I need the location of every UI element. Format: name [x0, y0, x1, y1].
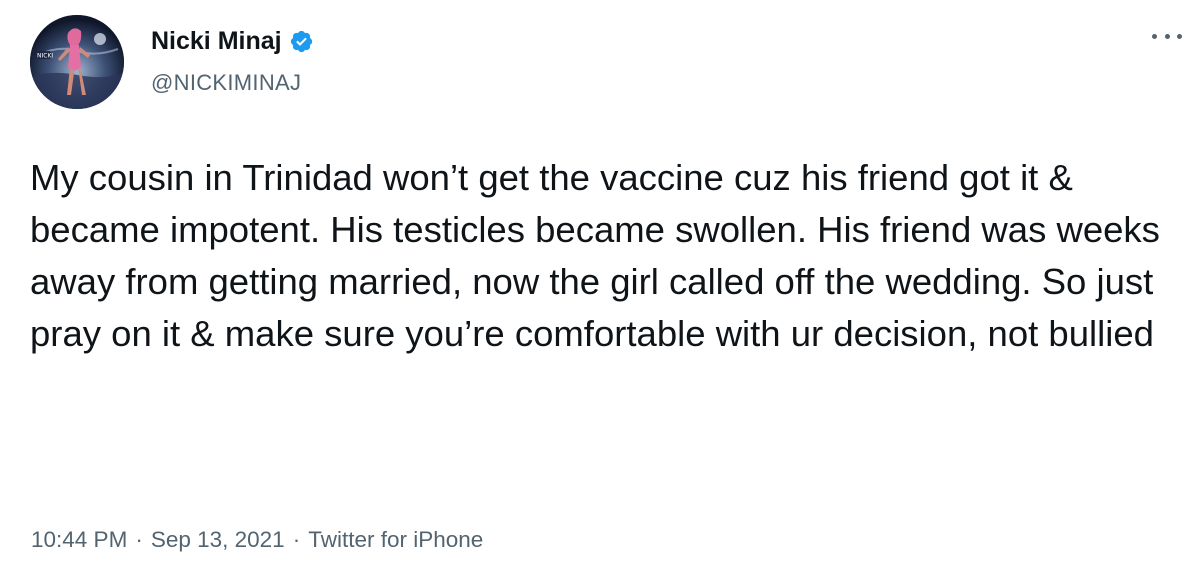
tweet-timestamp-date[interactable]: Sep 13, 2021: [151, 527, 285, 553]
author-info: Nicki Minaj @NICKIMINAJ: [151, 24, 314, 96]
more-dot: [1177, 33, 1182, 39]
meta-separator: ·: [135, 527, 143, 552]
verified-badge-icon: [289, 29, 314, 54]
tweet-timestamp-time[interactable]: 10:44 PM: [31, 527, 127, 553]
meta-separator: ·: [292, 527, 301, 552]
avatar-label: NICKI: [37, 53, 53, 60]
user-handle[interactable]: @NICKIMINAJ: [151, 70, 314, 96]
more-horizontal-icon[interactable]: [1152, 26, 1182, 46]
tweet-card: NICKI Nicki Minaj @NICKIMINAJ My cousin …: [0, 0, 1200, 574]
tweet-source[interactable]: Twitter for iPhone: [308, 527, 483, 553]
more-dot: [1152, 33, 1157, 39]
tweet-metadata: 10:44 PM · Sep 13, 2021 · Twitter for iP…: [31, 527, 483, 553]
avatar[interactable]: NICKI: [30, 15, 124, 109]
display-name[interactable]: Nicki Minaj: [151, 24, 282, 58]
name-row: Nicki Minaj: [151, 24, 314, 58]
more-dot: [1164, 33, 1170, 39]
tweet-text: My cousin in Trinidad won’t get the vacc…: [30, 157, 1160, 354]
avatar-image: NICKI: [30, 15, 124, 109]
